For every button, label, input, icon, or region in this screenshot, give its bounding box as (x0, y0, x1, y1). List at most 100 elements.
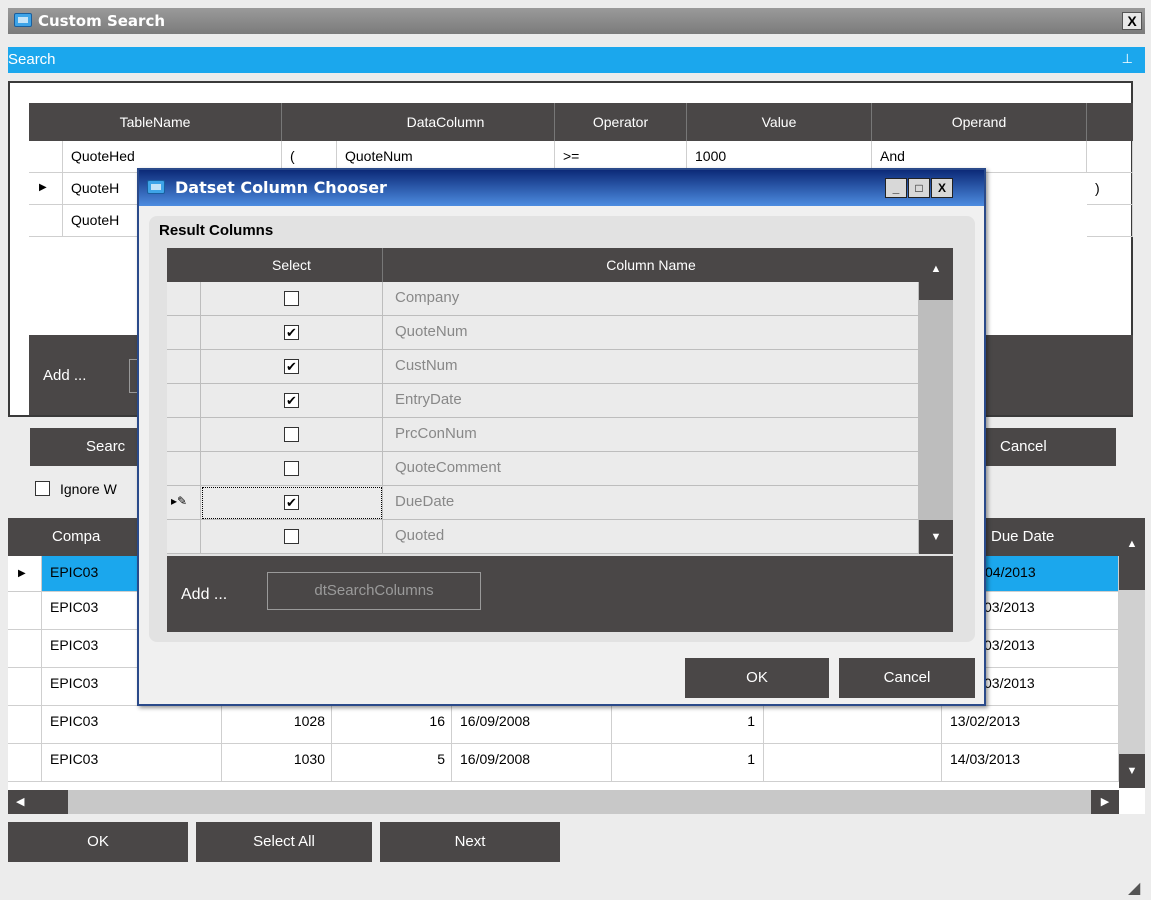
cell-qty[interactable]: 1 (612, 706, 764, 744)
select-cell: ✔ (201, 316, 383, 350)
column-name-cell[interactable]: Company (383, 282, 919, 316)
cancel-button[interactable]: Cancel (986, 428, 1116, 466)
scroll-up-icon[interactable]: ▲ (1119, 518, 1145, 590)
select-cell (201, 282, 383, 316)
row-selector[interactable] (167, 418, 201, 452)
cell-quote[interactable]: 1028 (222, 706, 332, 744)
row-selector[interactable] (29, 205, 63, 237)
dialog-add-bar: Add ... dtSearchColumns (167, 556, 953, 632)
cell-cust[interactable]: 16 (332, 706, 452, 744)
cell-company: EPIC03 (50, 564, 99, 580)
search-button[interactable]: Searc (30, 428, 150, 466)
scroll-down-icon[interactable]: ▼ (1119, 754, 1145, 788)
select-cell: ✔ (201, 384, 383, 418)
select-checkbox[interactable]: ✔ (284, 359, 299, 374)
cell-date[interactable]: 16/09/2008 (452, 706, 612, 744)
select-checkbox[interactable] (284, 427, 299, 442)
column-name-cell[interactable]: DueDate (383, 486, 919, 520)
cell-date[interactable]: 16/09/2008 (452, 744, 612, 782)
cell-qty[interactable]: 1 (612, 744, 764, 782)
select-checkbox[interactable] (284, 461, 299, 476)
results-hscrollbar[interactable]: ◀ ▶ (8, 790, 1119, 814)
select-checkbox[interactable]: ✔ (284, 325, 299, 340)
select-checkbox[interactable] (284, 291, 299, 306)
select-checkbox[interactable]: ✔ (284, 393, 299, 408)
scroll-right-icon[interactable]: ▶ (1091, 790, 1119, 814)
ok-button[interactable]: OK (8, 822, 188, 862)
edit-row-icon[interactable]: ▸✎ (167, 486, 201, 520)
search-panel-label: Search (8, 51, 56, 68)
resize-grip-icon[interactable]: ◢ (1128, 878, 1140, 898)
cell-close[interactable] (1087, 141, 1133, 173)
column-name-cell[interactable]: QuoteNum (383, 316, 919, 350)
row-selector[interactable] (8, 592, 42, 630)
column-name-cell[interactable]: CustNum (383, 350, 919, 384)
cell-due[interactable]: 13/02/2013 (942, 706, 1119, 744)
maximize-button[interactable]: □ (908, 178, 930, 198)
header-column-name[interactable]: Column Name (383, 248, 919, 282)
minimize-button[interactable]: _ (885, 178, 907, 198)
row-selector[interactable] (8, 630, 42, 668)
header-company[interactable]: Compa (52, 528, 100, 545)
criteria-add-label[interactable]: Add ... (43, 367, 86, 384)
cell-company[interactable]: EPIC03 (42, 744, 222, 782)
scroll-down-icon[interactable]: ▼ (919, 520, 953, 554)
row-selector[interactable] (29, 141, 63, 173)
cell-close[interactable]: ) (1087, 173, 1133, 205)
columns-grid: Select Column Name ▲ ▼ Company ✔ QuoteNum ✔… (167, 248, 953, 556)
select-all-button[interactable]: Select All (196, 822, 372, 862)
row-selector[interactable] (167, 520, 201, 554)
select-checkbox[interactable] (284, 529, 299, 544)
header-operand[interactable]: Operand (872, 103, 1087, 141)
cell-empty[interactable] (764, 744, 942, 782)
pin-icon[interactable]: ⊥ (1122, 51, 1133, 67)
row-selector[interactable] (8, 744, 42, 782)
criteria-grid-header: TableName DataColumn Operator Value Oper… (29, 103, 1133, 141)
select-cell (201, 418, 383, 452)
row-selector[interactable] (167, 384, 201, 418)
next-button[interactable]: Next (380, 822, 560, 862)
cell-cust[interactable]: 5 (332, 744, 452, 782)
header-due-date[interactable]: Due Date (991, 528, 1054, 545)
header-tablename[interactable]: TableName (29, 103, 282, 141)
row-selector[interactable] (8, 706, 42, 744)
select-checkbox[interactable]: ✔ (284, 495, 299, 510)
dialog-add-label[interactable]: Add ... (181, 586, 227, 604)
close-window-button[interactable]: X (1122, 12, 1142, 30)
ignore-checkbox[interactable] (35, 481, 50, 496)
select-cell (201, 452, 383, 486)
dialog-cancel-button[interactable]: Cancel (839, 658, 975, 698)
dialog-close-button[interactable]: X (931, 178, 953, 198)
result-columns-group: Result Columns Select Column Name ▲ ▼ Co… (149, 216, 975, 642)
cell-company[interactable]: EPIC03 (42, 706, 222, 744)
column-name-cell[interactable]: PrcConNum (383, 418, 919, 452)
scroll-up-icon[interactable]: ▲ (919, 248, 953, 300)
columns-grid-header: Select Column Name (167, 248, 919, 282)
header-operator[interactable]: Operator (555, 103, 687, 141)
cell-close[interactable] (1087, 205, 1133, 237)
header-select[interactable]: Select (201, 248, 383, 282)
dialog-ok-button[interactable]: OK (685, 658, 829, 698)
scroll-left-icon[interactable]: ◀ (8, 790, 68, 814)
column-name-cell[interactable]: QuoteComment (383, 452, 919, 486)
dialog-title: Datset Column Chooser (175, 178, 387, 197)
row-selector[interactable] (167, 316, 201, 350)
app-icon (14, 13, 32, 27)
header-datacolumn[interactable]: DataColumn (337, 103, 555, 141)
results-vscrollbar[interactable]: ▲ ▼ (1119, 518, 1145, 788)
column-chooser-dialog: Datset Column Chooser _ □ X Result Colum… (137, 168, 986, 706)
row-selector[interactable] (167, 452, 201, 486)
header-value[interactable]: Value (687, 103, 872, 141)
row-selector[interactable] (167, 282, 201, 316)
column-name-cell[interactable]: Quoted (383, 520, 919, 554)
cell-due[interactable]: 14/03/2013 (942, 744, 1119, 782)
dataset-button[interactable]: dtSearchColumns (267, 572, 481, 610)
column-name-cell[interactable]: EntryDate (383, 384, 919, 418)
dialog-vscrollbar[interactable]: ▲ ▼ (919, 248, 953, 554)
row-selector[interactable] (167, 350, 201, 384)
row-selector[interactable] (8, 668, 42, 706)
cell-empty[interactable] (764, 706, 942, 744)
cell-quote[interactable]: 1030 (222, 744, 332, 782)
window-titlebar: Custom Search (8, 8, 1145, 34)
select-cell: ✔ (201, 350, 383, 384)
